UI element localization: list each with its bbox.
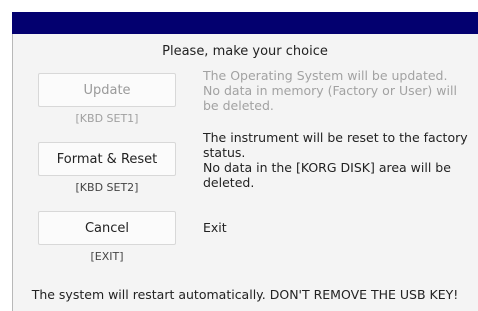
cancel-button[interactable]: Cancel bbox=[38, 211, 176, 245]
cancel-shortcut-label: [EXIT] bbox=[90, 250, 124, 263]
prompt-text: Please, make your choice bbox=[162, 44, 328, 59]
update-button[interactable]: Update bbox=[38, 73, 176, 107]
dialog-titlebar bbox=[12, 12, 478, 34]
format-reset-shortcut-label: [KBD SET2] bbox=[75, 181, 139, 194]
format-reset-button[interactable]: Format & Reset bbox=[38, 142, 176, 176]
update-description: The Operating System will be updated. No… bbox=[203, 68, 457, 113]
update-shortcut-label: [KBD SET1] bbox=[75, 112, 139, 125]
restart-warning: The system will restart automatically. D… bbox=[31, 287, 459, 302]
format-reset-description: The instrument will be reset to the fact… bbox=[203, 130, 468, 190]
cancel-description: Exit bbox=[203, 220, 227, 235]
